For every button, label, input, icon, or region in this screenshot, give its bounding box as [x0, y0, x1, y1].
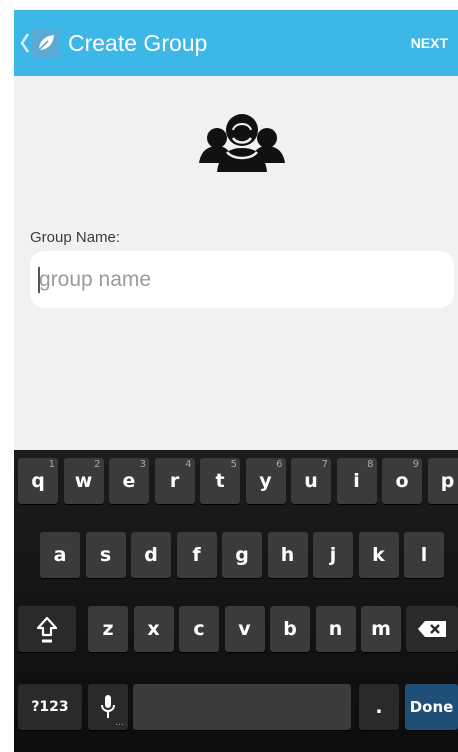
key-label: j — [329, 544, 337, 566]
page-title: Create Group — [68, 30, 208, 56]
key-label: r — [169, 470, 180, 492]
space-key[interactable] — [133, 684, 351, 730]
key-label: t — [215, 470, 225, 492]
leaf-icon[interactable] — [32, 29, 60, 57]
key-label: q — [31, 470, 45, 492]
status-bar — [14, 0, 458, 10]
key-z[interactable]: z — [88, 606, 128, 652]
key-label: c — [193, 618, 205, 640]
key-d[interactable]: d — [131, 532, 171, 578]
key-q[interactable]: q1 — [18, 458, 58, 504]
key-w[interactable]: w2 — [63, 458, 104, 504]
key-g[interactable]: g — [222, 532, 262, 578]
key-i[interactable]: i8 — [336, 458, 377, 504]
key-label: u — [304, 470, 318, 492]
key-number-hint: 6 — [276, 459, 283, 470]
key-label: v — [238, 618, 251, 640]
shift-icon — [36, 616, 58, 643]
key-label: b — [283, 618, 297, 640]
microphone-key[interactable]: … — [88, 684, 128, 730]
key-label: z — [102, 618, 114, 640]
key-number-hint: 7 — [321, 459, 328, 470]
key-label: l — [420, 544, 428, 566]
group-name-input[interactable] — [30, 251, 454, 308]
key-number-hint: 1 — [48, 459, 55, 470]
key-p[interactable]: p0 — [427, 458, 458, 504]
key-label: w — [74, 470, 93, 492]
key-number-hint: 4 — [185, 459, 192, 470]
key-n[interactable]: n — [315, 606, 356, 652]
key-u[interactable]: u7 — [291, 458, 331, 504]
next-button[interactable]: NEXT — [409, 10, 450, 76]
key-k[interactable]: k — [358, 532, 399, 578]
key-number-hint: 8 — [367, 459, 374, 470]
microphone-icon — [101, 695, 115, 718]
key-label: k — [372, 544, 385, 566]
key-v[interactable]: v — [224, 606, 265, 652]
key-label: h — [280, 544, 295, 566]
key-number-hint: 3 — [139, 459, 146, 470]
app-screen: Create Group NEXT Group Name: ?123 … . — [14, 0, 458, 752]
backspace-key[interactable] — [406, 606, 458, 652]
key-r[interactable]: r4 — [154, 458, 195, 504]
key-label: n — [328, 618, 343, 640]
key-label: o — [395, 470, 409, 492]
key-label: x — [147, 618, 160, 640]
symbols-key[interactable]: ?123 — [18, 684, 82, 730]
key-label: y — [259, 470, 272, 492]
group-people-icon — [199, 114, 285, 172]
key-m[interactable]: m — [361, 606, 401, 652]
key-number-hint: 9 — [412, 459, 419, 470]
key-label: e — [122, 470, 136, 492]
key-e[interactable]: e3 — [109, 458, 149, 504]
shift-key[interactable] — [18, 606, 76, 652]
key-b[interactable]: b — [270, 606, 310, 652]
key-h[interactable]: h — [267, 532, 308, 578]
key-t[interactable]: t5 — [200, 458, 240, 504]
text-cursor — [38, 267, 40, 293]
key-label: s — [99, 544, 112, 566]
key-y[interactable]: y6 — [245, 458, 286, 504]
key-number-hint: 5 — [230, 459, 237, 470]
key-c[interactable]: c — [179, 606, 219, 652]
period-key[interactable]: . — [359, 684, 399, 730]
backspace-icon — [418, 621, 446, 637]
key-s[interactable]: s — [85, 532, 126, 578]
key-o[interactable]: o9 — [382, 458, 422, 504]
key-label: m — [371, 618, 391, 640]
done-key[interactable]: Done — [405, 684, 458, 730]
microphone-key-more: … — [115, 718, 124, 728]
key-label: i — [353, 470, 360, 492]
key-j[interactable]: j — [313, 532, 353, 578]
chevron-left-icon[interactable] — [20, 32, 30, 54]
key-label: d — [144, 544, 158, 566]
key-label: a — [53, 544, 67, 566]
action-bar: Create Group NEXT — [14, 10, 458, 76]
soft-keyboard: ?123 … . Done q1w2e3r4t5y6u7i8o9p0asdf — [14, 450, 458, 752]
group-name-label: Group Name: — [30, 229, 121, 246]
key-l[interactable]: l — [404, 532, 444, 578]
key-number-hint: 2 — [94, 459, 101, 470]
key-label: p — [440, 470, 455, 492]
key-x[interactable]: x — [133, 606, 174, 652]
key-label: g — [235, 544, 249, 566]
key-f[interactable]: f — [176, 532, 217, 578]
key-a[interactable]: a — [40, 532, 80, 578]
key-label: f — [192, 544, 201, 566]
